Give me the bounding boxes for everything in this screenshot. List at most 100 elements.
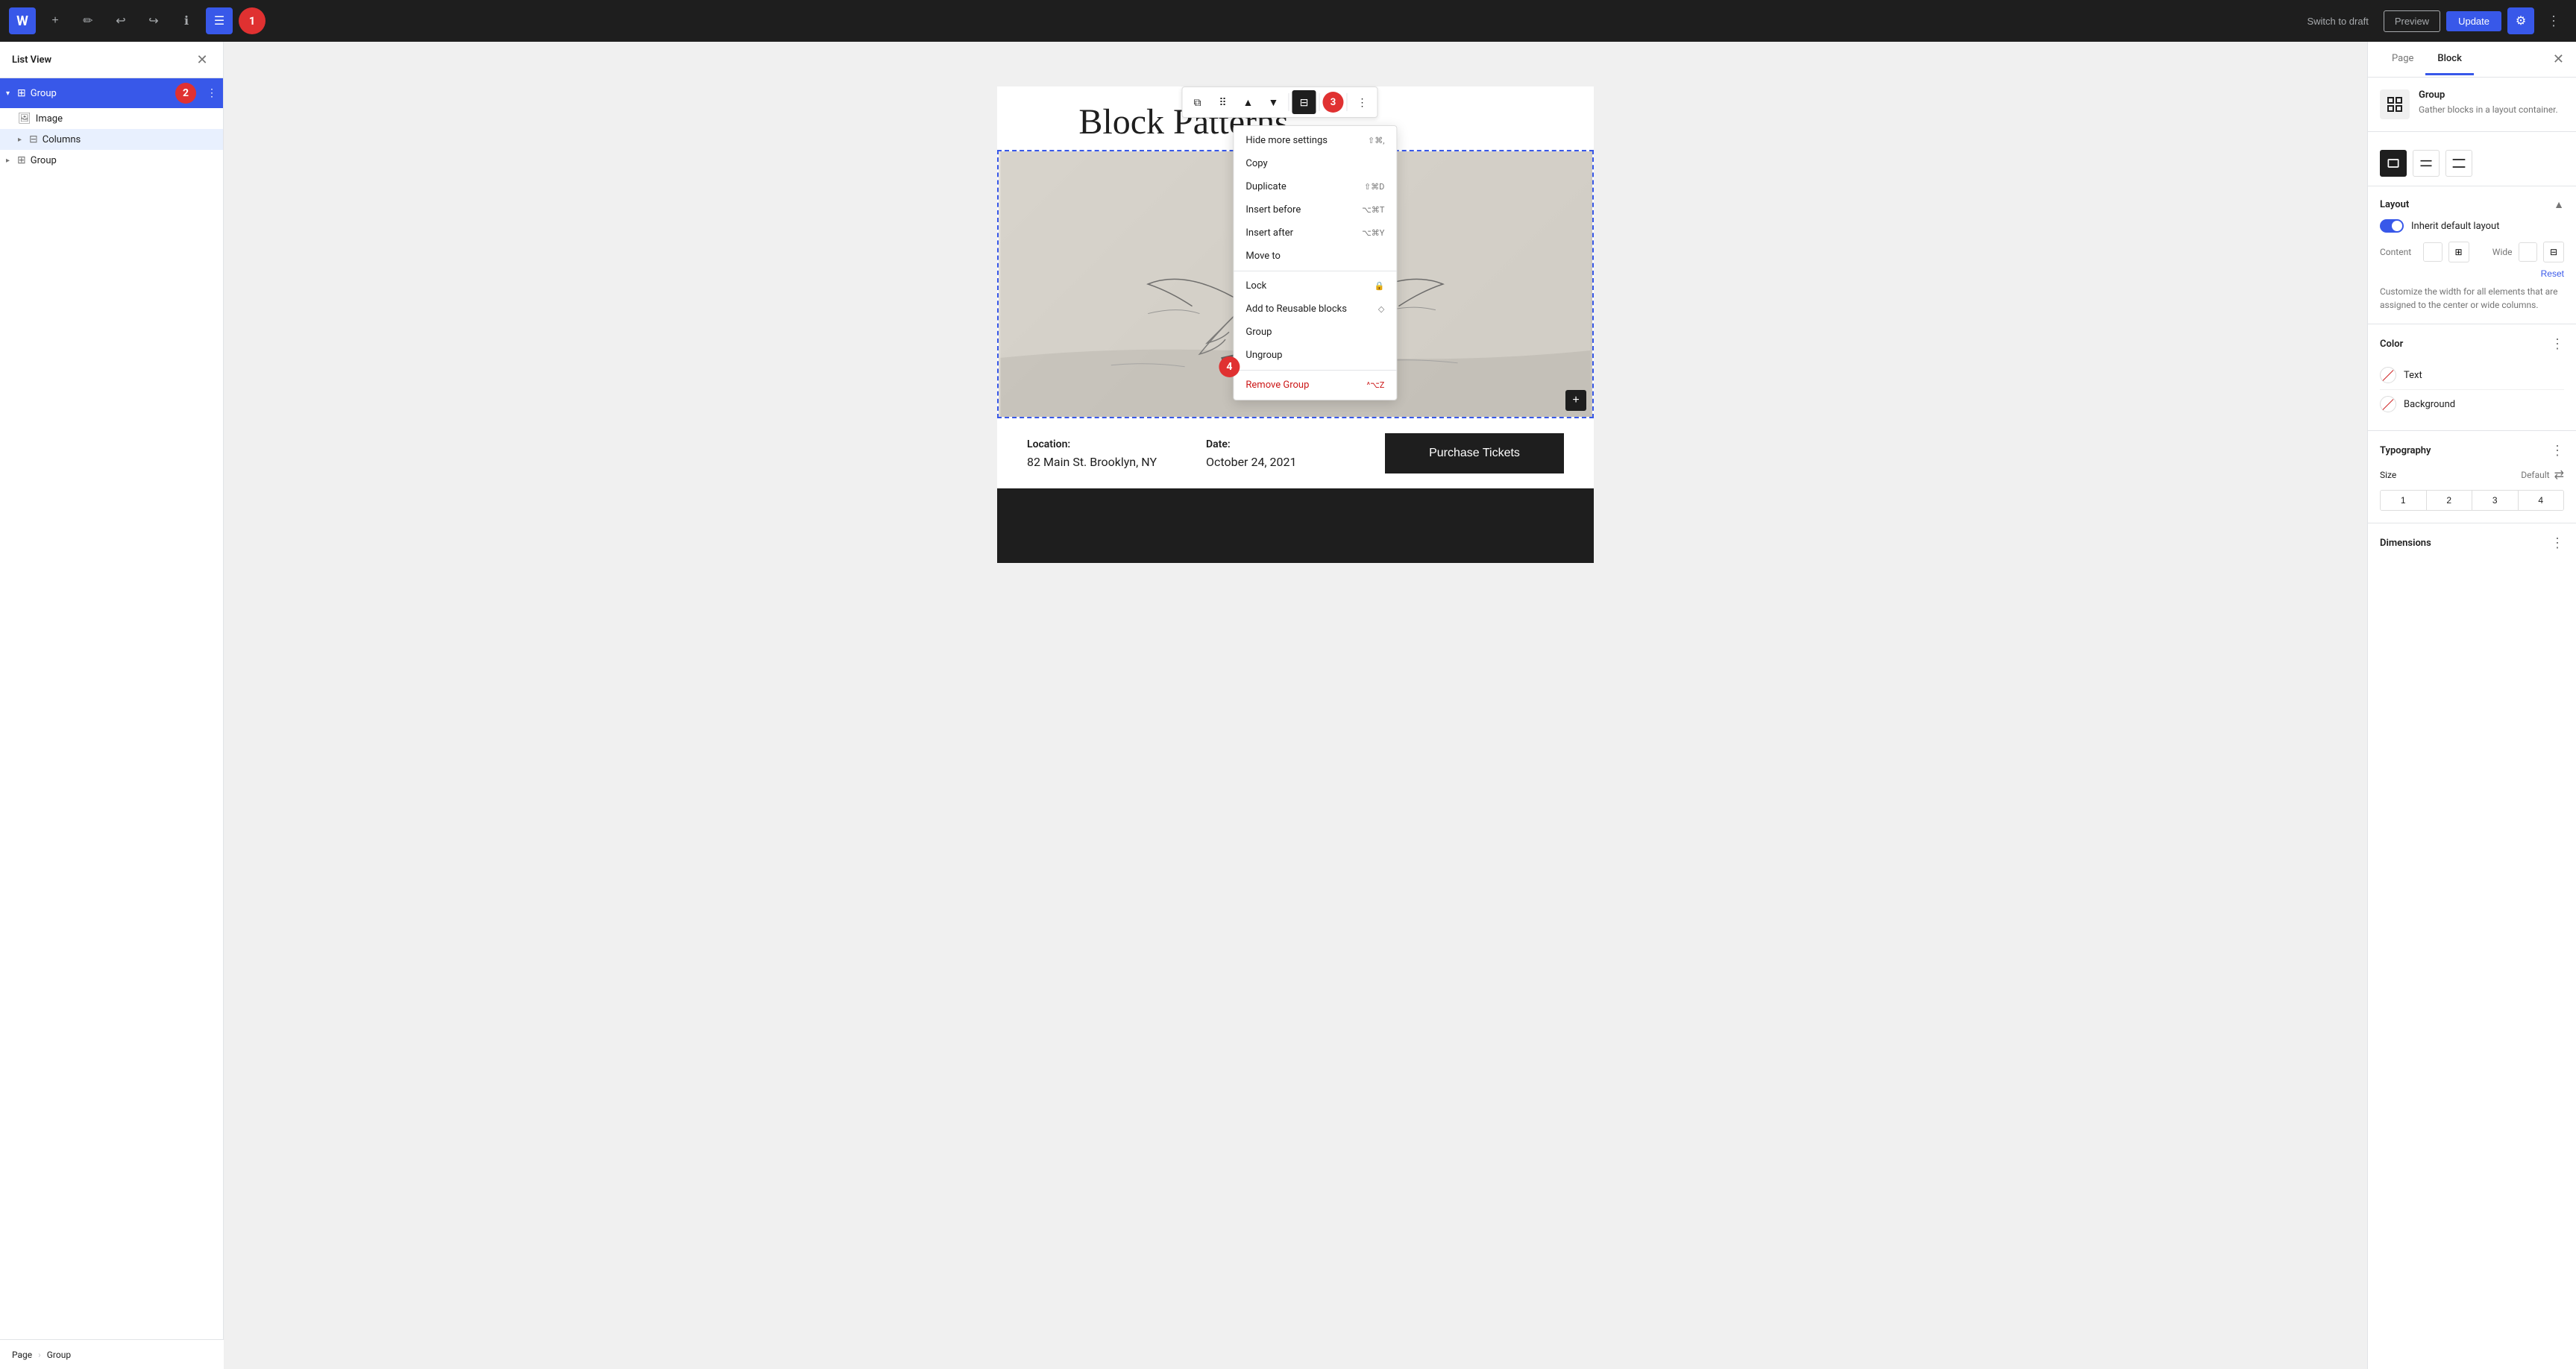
date-info: Date: October 24, 2021 xyxy=(1206,438,1385,469)
layout-section: Layout ▲ Inherit default layout Content … xyxy=(2368,186,2576,324)
date-label: Date: xyxy=(1206,438,1385,450)
chevron-down-icon: ▾ xyxy=(6,89,10,98)
size-reset-button[interactable]: ⇄ xyxy=(2554,468,2564,482)
list-item-image[interactable]: 🖼 Image xyxy=(0,108,223,129)
menu-lock[interactable]: Lock 🔒 xyxy=(1234,274,1396,298)
tab-page[interactable]: Page xyxy=(2380,44,2425,75)
menu-insert-after[interactable]: Insert after ⌥⌘Y xyxy=(1234,221,1396,245)
style-btn-wide[interactable] xyxy=(2413,150,2440,177)
update-button[interactable]: Update xyxy=(2446,11,2501,31)
background-color-option[interactable]: Background xyxy=(2380,390,2564,418)
list-item-group[interactable]: ▾ ⊞ Group 2 ⋮ xyxy=(0,78,223,108)
black-section xyxy=(997,488,1594,563)
layout-collapse-button[interactable]: ▲ xyxy=(2554,198,2564,210)
style-btn-full[interactable] xyxy=(2445,150,2472,177)
breadcrumb: Page › Group xyxy=(0,1339,224,1369)
drag-handle-button[interactable]: ⠿ xyxy=(1210,90,1234,114)
badge-4: 4 xyxy=(1219,356,1240,377)
text-color-option[interactable]: Text xyxy=(2380,361,2564,390)
add-button[interactable]: + xyxy=(42,7,69,34)
group-block-icon xyxy=(2386,95,2404,113)
menu-remove-group-label: Remove Group xyxy=(1245,380,1309,391)
block-info-text: Group Gather blocks in a layout containe… xyxy=(2419,89,2558,116)
list-item-group2[interactable]: ▸ ⊞ Group xyxy=(0,150,223,171)
badge-3: 3 xyxy=(1322,92,1343,113)
block-toolbar: ⧉ ⠿ ▲ ▼ ⊟ 3 ⋮ xyxy=(1181,86,1377,118)
sidebar-title: List View xyxy=(12,54,51,66)
size-label: Size xyxy=(2380,470,2396,480)
list-view-button[interactable]: ☰ xyxy=(206,7,233,34)
content-align-button[interactable]: ⊞ xyxy=(2448,242,2469,262)
add-block-button[interactable]: + xyxy=(1565,390,1586,411)
color-title: Color xyxy=(2380,339,2403,350)
background-color-label: Background xyxy=(2404,399,2455,410)
menu-group[interactable]: Group xyxy=(1234,321,1396,344)
menu-lock-label: Lock xyxy=(1245,280,1266,292)
undo-button[interactable]: ↩ xyxy=(107,7,134,34)
wide-align-button[interactable]: ⊟ xyxy=(2543,242,2564,262)
top-toolbar: W + ✏ ↩ ↪ ℹ ☰ 1 Switch to draft Preview … xyxy=(0,0,2576,42)
close-sidebar-button[interactable]: ✕ xyxy=(193,51,211,69)
close-right-sidebar-button[interactable]: ✕ xyxy=(2553,51,2564,67)
inherit-layout-toggle[interactable] xyxy=(2380,219,2404,233)
dimensions-more-button[interactable]: ⋮ xyxy=(2551,535,2564,551)
menu-move-to[interactable]: Move to xyxy=(1234,245,1396,268)
block-styles xyxy=(2368,132,2576,186)
list-item-columns[interactable]: ▸ ⊟ Columns xyxy=(0,129,223,150)
inherit-layout-row: Inherit default layout xyxy=(2380,219,2564,233)
size-row: Size Default ⇄ xyxy=(2380,468,2564,482)
tab-block[interactable]: Block xyxy=(2425,44,2473,75)
context-menu: 4 Hide more settings ⇧⌘, Copy Duplicate … xyxy=(1233,125,1397,400)
info-button[interactable]: ℹ xyxy=(173,7,200,34)
more-block-options-button[interactable]: ⋮ xyxy=(1350,90,1374,114)
move-down-button[interactable]: ▼ xyxy=(1261,90,1285,114)
size-option-2[interactable]: 2 xyxy=(2427,491,2473,510)
copy-block-button[interactable]: ⧉ xyxy=(1185,90,1209,114)
size-option-3[interactable]: 3 xyxy=(2472,491,2519,510)
reset-button[interactable]: Reset xyxy=(2541,268,2564,279)
group-icon: ⊞ xyxy=(17,87,26,99)
wp-logo[interactable]: W xyxy=(9,7,36,34)
menu-copy-label: Copy xyxy=(1245,158,1267,169)
menu-insert-before[interactable]: Insert before ⌥⌘T xyxy=(1234,198,1396,221)
menu-hide-settings[interactable]: Hide more settings ⇧⌘, xyxy=(1234,129,1396,152)
center-canvas: ⧉ ⠿ ▲ ▼ ⊟ 3 ⋮ 4 Hide more settings ⇧⌘, C… xyxy=(224,42,2367,1369)
preview-button[interactable]: Preview xyxy=(2384,10,2440,32)
wide-label: Wide xyxy=(2475,247,2513,257)
purchase-tickets-button[interactable]: Purchase Tickets xyxy=(1385,433,1564,473)
redo-button[interactable]: ↪ xyxy=(140,7,167,34)
menu-duplicate[interactable]: Duplicate ⇧⌘D xyxy=(1234,175,1396,198)
style-buttons-row xyxy=(2380,150,2564,177)
location-label: Location: xyxy=(1027,438,1206,450)
settings-button[interactable]: ⚙ xyxy=(2507,7,2534,34)
location-info: Location: 82 Main St. Brooklyn, NY xyxy=(1027,438,1206,469)
wide-width-input-group: PX xyxy=(2519,242,2538,262)
align-block-button[interactable]: ⊟ xyxy=(1292,90,1316,114)
breadcrumb-page[interactable]: Page xyxy=(12,1350,32,1360)
size-option-4[interactable]: 4 xyxy=(2519,491,2564,510)
menu-ungroup[interactable]: Ungroup xyxy=(1234,344,1396,367)
dimensions-title: Dimensions xyxy=(2380,538,2431,549)
content-width-input[interactable] xyxy=(2424,243,2443,261)
layout-header: Layout ▲ xyxy=(2380,198,2564,210)
breadcrumb-group[interactable]: Group xyxy=(47,1350,71,1360)
style-btn-default[interactable] xyxy=(2380,150,2407,177)
more-options-button[interactable]: ⋮ xyxy=(2540,7,2567,34)
chevron-right-icon: ▸ xyxy=(18,136,22,144)
block-name: Group xyxy=(2419,89,2558,101)
date-value: October 24, 2021 xyxy=(1206,455,1385,469)
menu-add-reusable[interactable]: Add to Reusable blocks ◇ xyxy=(1234,298,1396,321)
toolbar-separator-3 xyxy=(1346,93,1347,111)
size-option-1[interactable]: 1 xyxy=(2381,491,2427,510)
move-up-button[interactable]: ▲ xyxy=(1236,90,1260,114)
wide-width-input[interactable] xyxy=(2519,243,2538,261)
typography-more-button[interactable]: ⋮ xyxy=(2551,443,2564,459)
block-icon-box xyxy=(2380,89,2410,119)
switch-to-draft-button[interactable]: Switch to draft xyxy=(2298,11,2377,31)
menu-copy[interactable]: Copy xyxy=(1234,152,1396,175)
color-more-button[interactable]: ⋮ xyxy=(2551,336,2564,352)
edit-button[interactable]: ✏ xyxy=(75,7,101,34)
group-more-icon[interactable]: ⋮ xyxy=(207,87,217,99)
menu-duplicate-label: Duplicate xyxy=(1245,181,1286,192)
menu-remove-group[interactable]: Remove Group ^⌥Z xyxy=(1234,374,1396,397)
